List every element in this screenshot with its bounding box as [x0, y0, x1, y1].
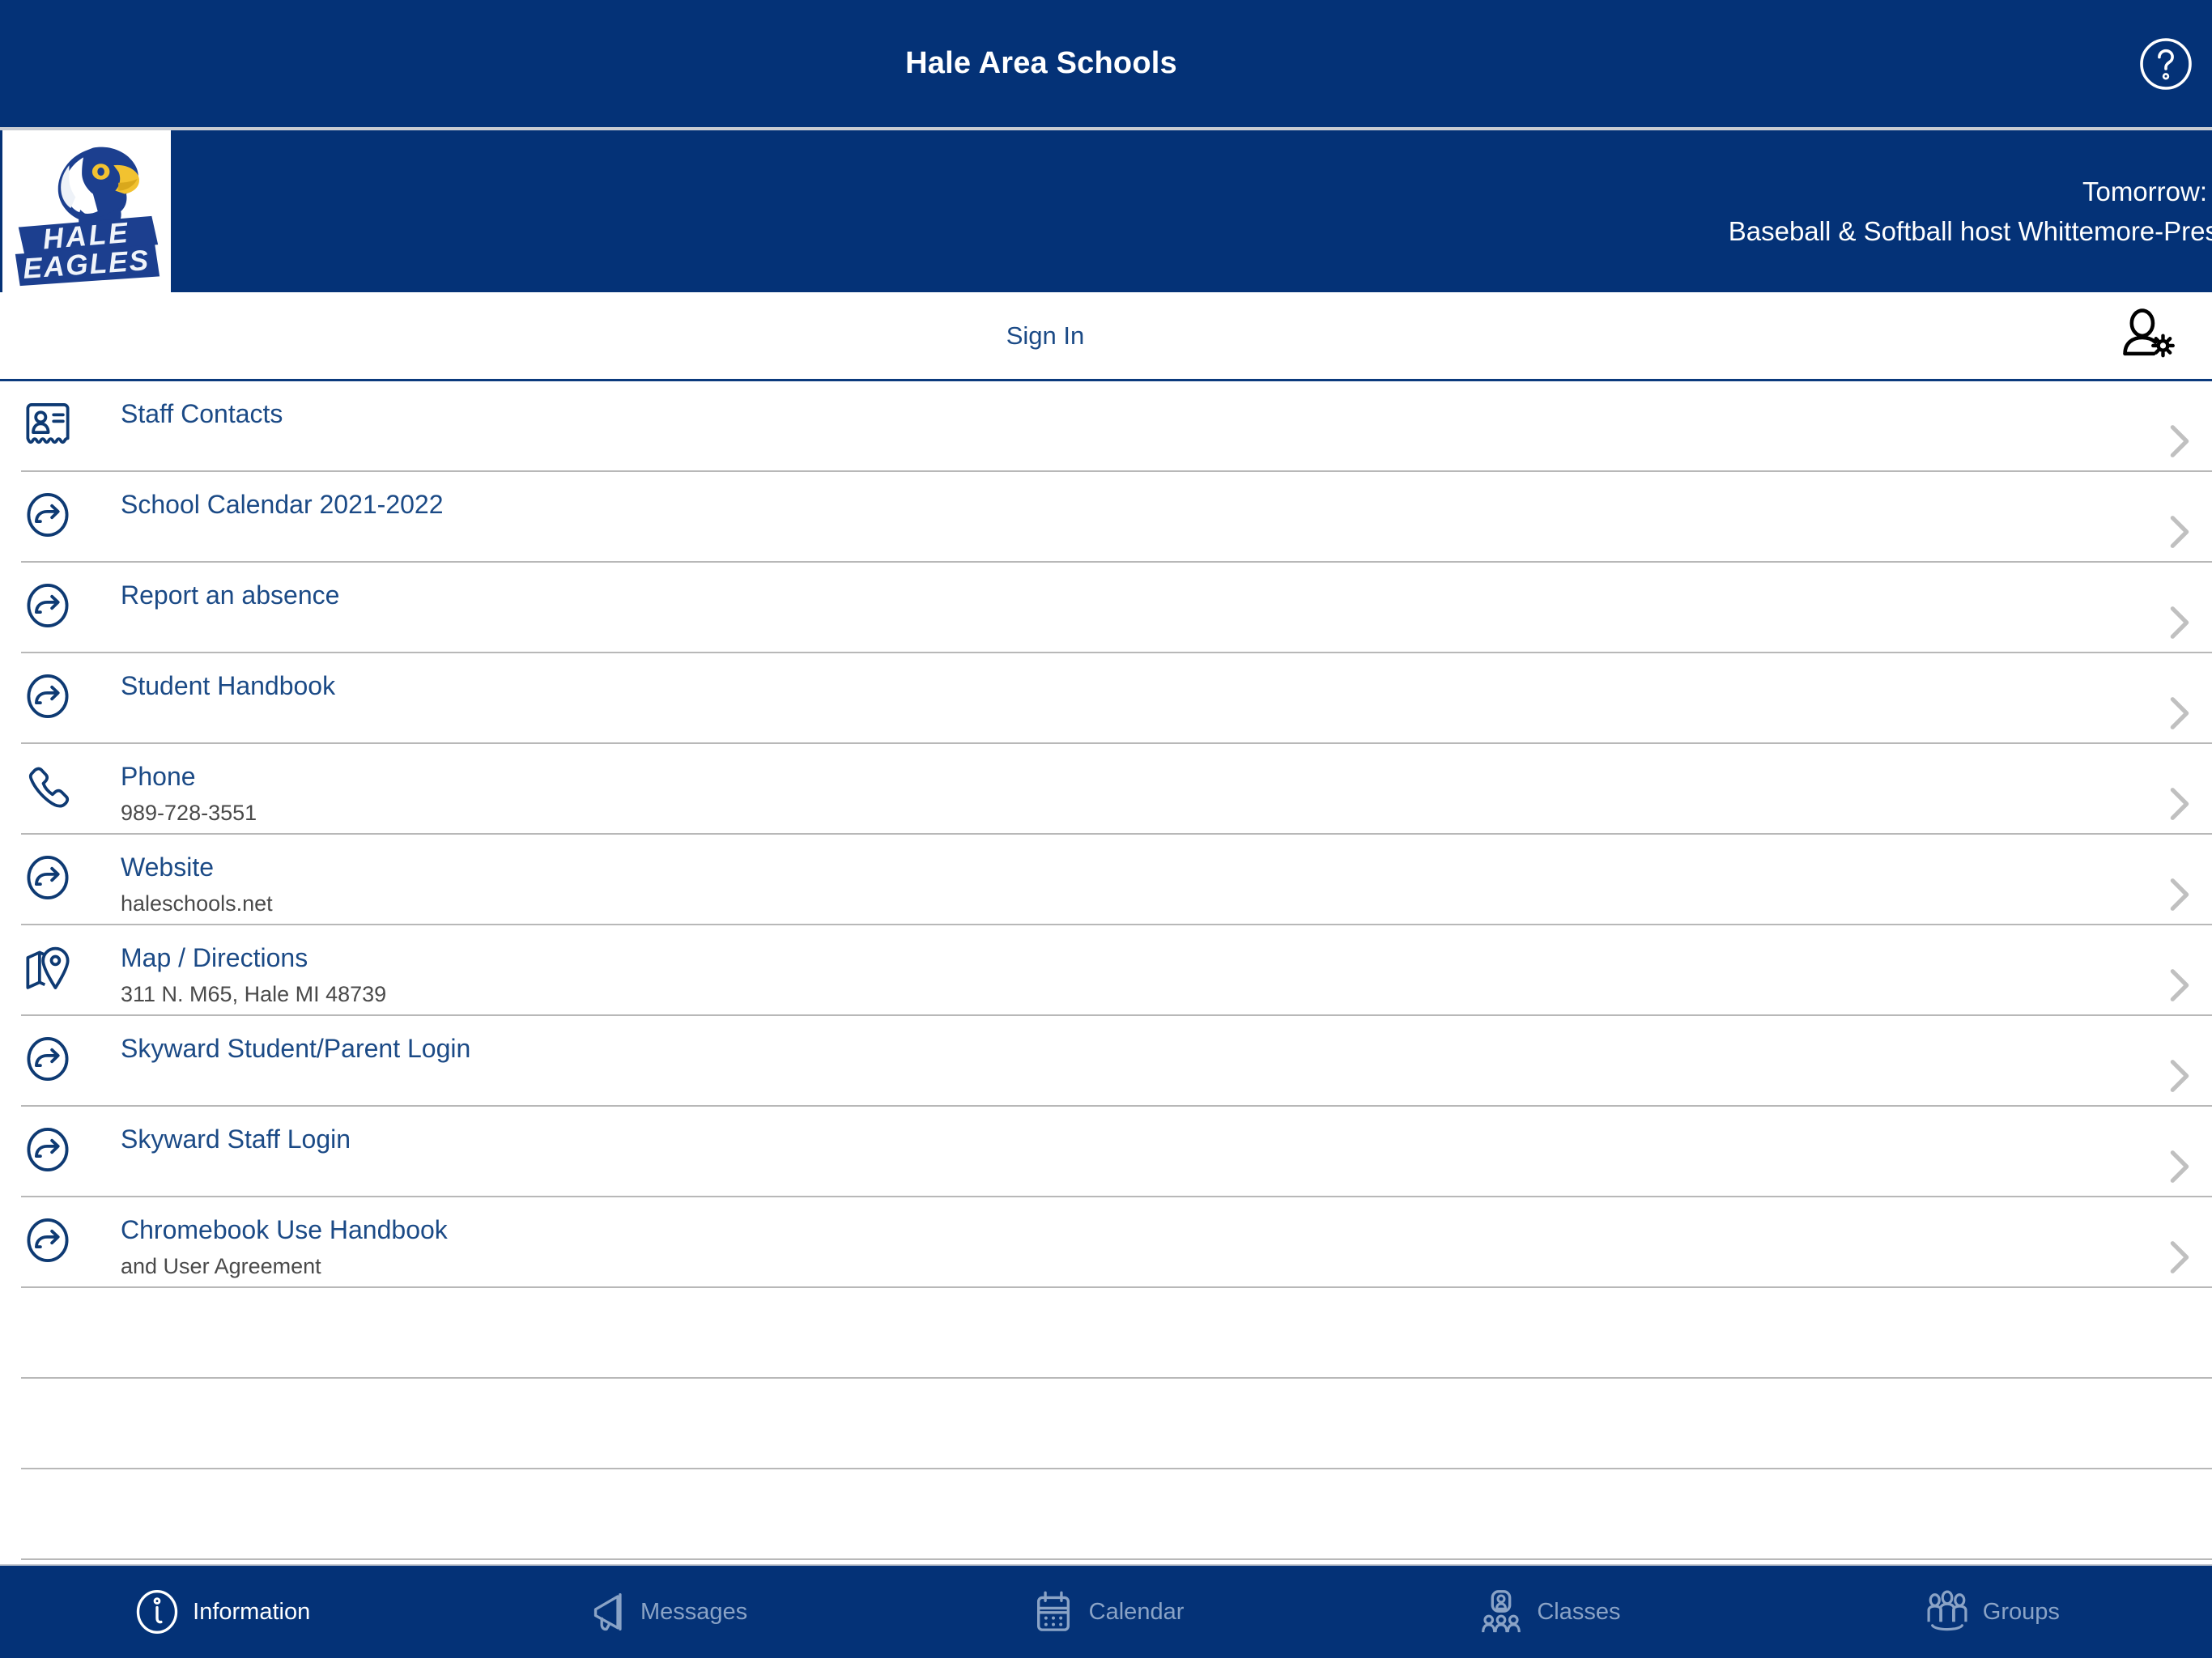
external-link-icon — [21, 851, 74, 904]
list-item-text: School Calendar 2021-2022 — [74, 485, 2212, 522]
list-item[interactable]: Report an absence — [0, 563, 2212, 653]
list-item-text: Skyward Student/Parent Login — [74, 1029, 2212, 1066]
list-item-title: School Calendar 2021-2022 — [121, 490, 444, 519]
tab-label: Groups — [1982, 1598, 2060, 1625]
list-item-title: Skyward Staff Login — [121, 1124, 351, 1154]
list-empty-row — [0, 1469, 2212, 1560]
tab-label: Messages — [640, 1598, 748, 1625]
list-empty-row — [0, 1288, 2212, 1379]
info-circle-icon — [132, 1587, 182, 1637]
ticker-message: Baseball & Softball host Whittemore-Pres — [1728, 216, 2212, 246]
chevron-right-icon — [2169, 423, 2190, 459]
list-item[interactable]: Website haleschools.net — [0, 835, 2212, 925]
tab-label: Classes — [1537, 1598, 1621, 1625]
list-item-subtitle: haleschools.net — [121, 891, 273, 916]
school-logo: HALE EAGLES — [2, 130, 171, 292]
list-item[interactable]: Phone 989-728-3551 — [0, 744, 2212, 835]
external-link-icon — [21, 1214, 74, 1267]
list-item-text: Report an absence — [74, 576, 2212, 613]
list-item-title: Chromebook Use Handbook — [121, 1215, 448, 1244]
list-item-subtitle: 311 N. M65, Hale MI 48739 — [121, 982, 387, 1006]
chevron-right-icon — [2169, 786, 2190, 822]
external-link-icon — [21, 1123, 74, 1176]
tab-label: Calendar — [1088, 1598, 1185, 1625]
page-title: Hale Area Schools — [905, 46, 1177, 80]
account-settings-button[interactable] — [2115, 307, 2181, 365]
list-item-text: Staff Contacts — [74, 394, 2212, 432]
app-root: Hale Area Schools HALE EAGLES Tomorrow: … — [0, 0, 2212, 1658]
list-item[interactable]: Skyward Student/Parent Login — [0, 1016, 2212, 1107]
chevron-right-icon — [2169, 877, 2190, 912]
external-link-icon — [21, 1032, 74, 1086]
calendar-icon — [1028, 1587, 1078, 1637]
sign-in-button[interactable]: Sign In — [1006, 321, 1085, 351]
tab-information[interactable]: Information — [0, 1566, 442, 1658]
list-item-title: Map / Directions — [121, 943, 308, 972]
chevron-right-icon — [2169, 695, 2190, 731]
tab-classes[interactable]: Classes — [1327, 1566, 1769, 1658]
contact-card-icon — [21, 397, 74, 451]
list-item[interactable]: Map / Directions 311 N. M65, Hale MI 487… — [0, 925, 2212, 1016]
list-item[interactable]: School Calendar 2021-2022 — [0, 472, 2212, 563]
list-item-text: Map / Directions 311 N. M65, Hale MI 487… — [74, 938, 2212, 1010]
chevron-right-icon — [2169, 514, 2190, 550]
list-item[interactable]: Staff Contacts — [0, 381, 2212, 472]
help-circle-icon — [2137, 35, 2195, 93]
map-pin-icon — [21, 942, 74, 995]
list-item[interactable]: Chromebook Use Handbook and User Agreeme… — [0, 1197, 2212, 1288]
phone-icon — [21, 760, 74, 814]
list-item-title: Skyward Student/Parent Login — [121, 1034, 471, 1063]
ticker-day-label: Tomorrow: — [2082, 176, 2207, 206]
list-item-text: Chromebook Use Handbook and User Agreeme… — [74, 1210, 2212, 1282]
information-list: Staff Contacts School Calendar 2021-2022 — [0, 381, 2212, 1564]
help-button[interactable] — [2135, 33, 2197, 95]
tab-calendar[interactable]: Calendar — [885, 1566, 1327, 1658]
list-item-text: Student Handbook — [74, 666, 2212, 704]
list-item-subtitle: and User Agreement — [121, 1254, 321, 1278]
external-link-icon — [21, 670, 74, 723]
tab-messages[interactable]: Messages — [442, 1566, 884, 1658]
user-gear-icon — [2118, 308, 2178, 363]
list-item-title: Staff Contacts — [121, 399, 283, 428]
list-item-text: Phone 989-728-3551 — [74, 757, 2212, 829]
megaphone-icon — [580, 1587, 630, 1637]
chevron-right-icon — [2169, 1239, 2190, 1275]
groups-icon — [1922, 1587, 1972, 1637]
tab-label: Information — [193, 1598, 311, 1625]
top-navigation-bar: Hale Area Schools — [0, 0, 2212, 130]
list-item[interactable]: Skyward Staff Login — [0, 1107, 2212, 1197]
announcement-ticker[interactable]: Tomorrow: Baseball & Softball host Whitt… — [1729, 172, 2212, 251]
chevron-right-icon — [2169, 1058, 2190, 1094]
bottom-tab-bar: Information Messages Calendar Classes Gr… — [0, 1564, 2212, 1658]
list-item-title: Website — [121, 852, 215, 882]
classes-icon — [1476, 1587, 1526, 1637]
school-banner: HALE EAGLES Tomorrow: Baseball & Softbal… — [0, 130, 2212, 292]
list-item[interactable]: Student Handbook — [0, 653, 2212, 744]
external-link-icon — [21, 579, 74, 632]
list-item-text: Skyward Staff Login — [74, 1120, 2212, 1157]
chevron-right-icon — [2169, 1149, 2190, 1184]
tab-groups[interactable]: Groups — [1770, 1566, 2212, 1658]
list-item-title: Report an absence — [121, 580, 340, 610]
chevron-right-icon — [2169, 605, 2190, 640]
list-item-title: Student Handbook — [121, 671, 336, 700]
hale-eagles-logo-icon: HALE EAGLES — [15, 147, 160, 287]
sign-in-bar: Sign In — [0, 292, 2212, 381]
chevron-right-icon — [2169, 967, 2190, 1003]
list-item-text: Website haleschools.net — [74, 848, 2212, 920]
list-item-title: Phone — [121, 762, 196, 791]
list-empty-row — [0, 1379, 2212, 1469]
list-item-subtitle: 989-728-3551 — [121, 801, 257, 825]
external-link-icon — [21, 488, 74, 542]
